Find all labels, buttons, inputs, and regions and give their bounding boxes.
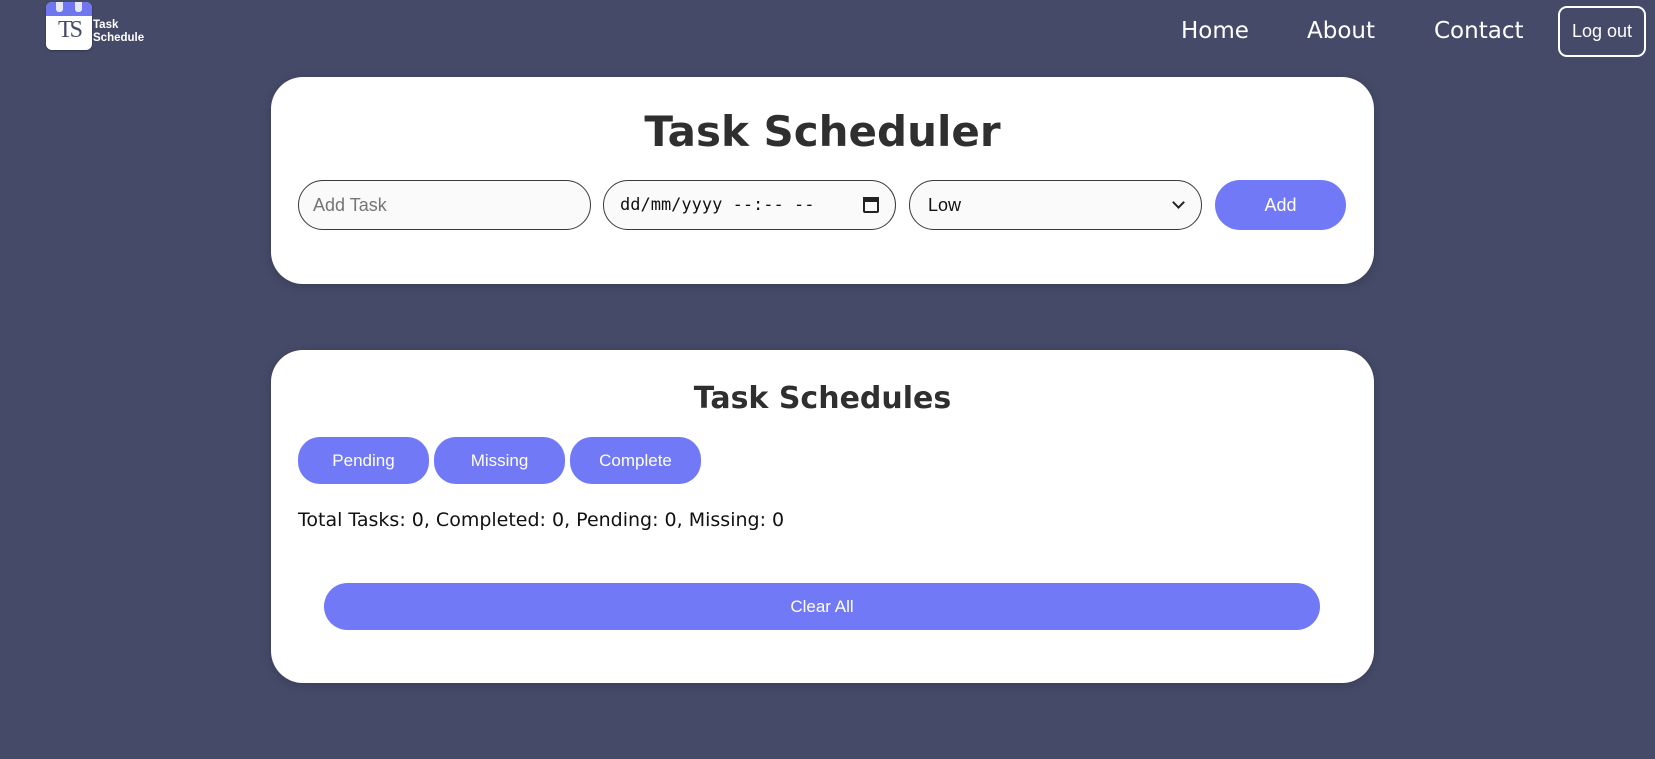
logout-button[interactable]: Log out — [1558, 6, 1646, 57]
nav-contact-link[interactable]: Contact — [1434, 14, 1523, 48]
task-stats-text: Total Tasks: 0, Completed: 0, Pending: 0… — [298, 509, 785, 531]
calendar-logo-icon: TS — [46, 2, 92, 50]
chevron-down-icon — [1172, 196, 1185, 209]
app-logo[interactable]: TS Task Schedule — [46, 0, 156, 52]
datetime-placeholder: dd/mm/yyyy --:-- -- — [620, 195, 815, 215]
logo-wordmark: Task Schedule — [93, 19, 144, 45]
priority-selected-value: Low — [928, 194, 962, 215]
clear-all-button[interactable]: Clear All — [324, 583, 1320, 630]
calendar-icon[interactable] — [863, 197, 879, 213]
logo-line-2: Schedule — [93, 32, 145, 44]
filter-missing-button[interactable]: Missing — [434, 437, 565, 484]
section-title: Task Schedules — [693, 381, 952, 416]
datetime-input[interactable]: dd/mm/yyyy --:-- -- — [603, 180, 896, 230]
page: TS Task Schedule Home About Contact Log … — [0, 0, 1655, 759]
filter-pending-button[interactable]: Pending — [298, 437, 429, 484]
add-task-input[interactable] — [298, 180, 591, 230]
logo-monogram: TS — [57, 17, 83, 43]
nav-home-link[interactable]: Home — [1181, 14, 1249, 48]
add-task-button[interactable]: Add — [1215, 180, 1346, 230]
page-title: Task Scheduler — [644, 107, 1001, 156]
task-scheduler-card: Task Scheduler dd/mm/yyyy --:-- -- Low A… — [271, 77, 1374, 284]
task-schedules-card: Task Schedules Pending Missing Complete … — [271, 350, 1374, 683]
filter-complete-button[interactable]: Complete — [570, 437, 701, 484]
priority-select[interactable]: Low — [909, 180, 1202, 230]
nav-about-link[interactable]: About — [1307, 14, 1375, 48]
logo-line-1: Task — [93, 19, 119, 31]
